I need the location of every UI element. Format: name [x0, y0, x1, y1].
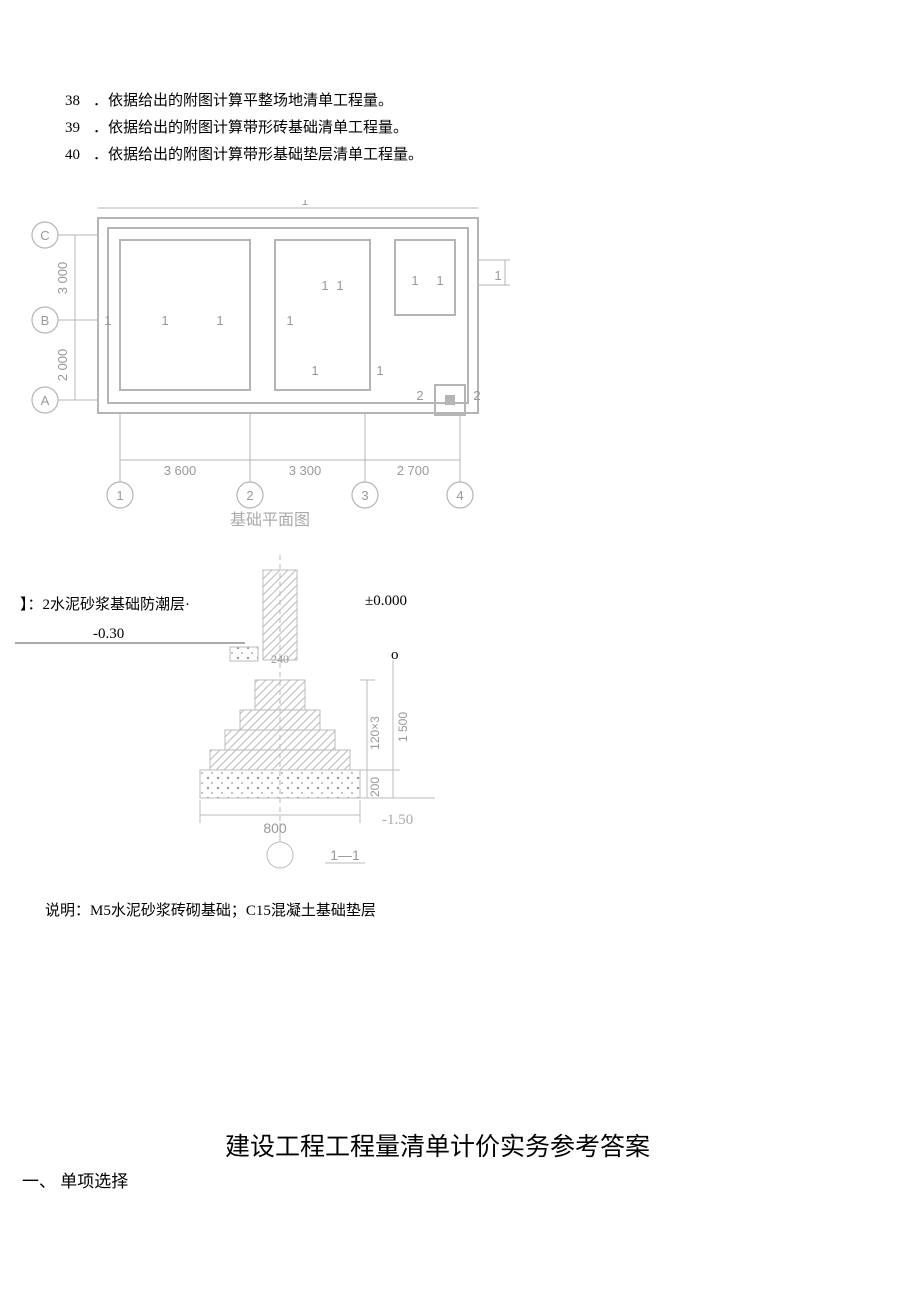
svg-text:1: 1 [302, 200, 309, 208]
question-item: 38．依据给出的附图计算平整场地清单工程量。 [65, 88, 423, 115]
axis-label: 1 [116, 488, 123, 503]
axis-label: A [41, 393, 50, 408]
axis-label: 2 [246, 488, 253, 503]
foundation-plan-figure: C B A 1 2 3 4 3 000 2 000 3 600 3 300 2 … [15, 200, 545, 530]
question-item: 39．依据给出的附图计算带形砖基础清单工程量。 [65, 115, 423, 142]
axis-label: C [40, 228, 49, 243]
room-mark: 1 [376, 363, 383, 378]
question-text: ．依据给出的附图计算平整场地清单工程量。 [93, 93, 393, 109]
dim-1500: 1 500 [396, 712, 410, 742]
axis-label: 3 [361, 488, 368, 503]
answer-key-title: 建设工程工程量清单计价实务参考答案 [225, 1127, 650, 1163]
dim-label: 2 700 [397, 463, 430, 478]
question-text: ．依据给出的附图计算带形砖基础清单工程量。 [93, 120, 408, 136]
room-mark: 1 [286, 313, 293, 328]
question-text: ．依据给出的附图计算带形基础垫层清单工程量。 [93, 147, 423, 163]
materials-note: 说明：M5水泥砂浆砖砌基础；C15混凝土基础垫层 [45, 899, 376, 920]
room-mark: 2 [473, 388, 480, 403]
question-list: 38．依据给出的附图计算平整场地清单工程量。 39．依据给出的附图计算带形砖基础… [65, 88, 423, 169]
room-mark: 1 [216, 313, 223, 328]
room-mark: 1 [494, 268, 501, 283]
dim-label: 2 000 [55, 349, 70, 382]
dim-240: 240 [271, 652, 289, 666]
dim-800: 800 [263, 820, 287, 836]
axis-label: B [41, 313, 50, 328]
question-item: 40．依据给出的附图计算带形基础垫层清单工程量。 [65, 142, 423, 169]
room-mark: 1 [411, 273, 418, 288]
dim-label: 3 600 [164, 463, 197, 478]
answer-section-heading: 一、 单项选择 [22, 1167, 128, 1192]
axis-label: 4 [456, 488, 463, 503]
dim-label: 3 000 [55, 262, 70, 295]
foundation-section-figure: 240 [15, 555, 475, 875]
room-mark: 1 [104, 313, 111, 328]
section-label: 1—1 [330, 847, 360, 863]
question-num: 40 [65, 142, 93, 169]
room-mark: 1 [161, 313, 168, 328]
room-mark: 1 [336, 278, 343, 293]
question-num: 39 [65, 115, 93, 142]
figure-caption: 基础平面图 [230, 511, 310, 529]
room-mark: 1 [436, 273, 443, 288]
dim-label: 3 300 [289, 463, 322, 478]
room-mark: 1 [311, 363, 318, 378]
question-num: 38 [65, 88, 93, 115]
dim-200: 200 [368, 777, 382, 797]
dim-120x3: 120×3 [368, 716, 382, 750]
room-mark: 2 [416, 388, 423, 403]
room-mark: 1 [321, 278, 328, 293]
